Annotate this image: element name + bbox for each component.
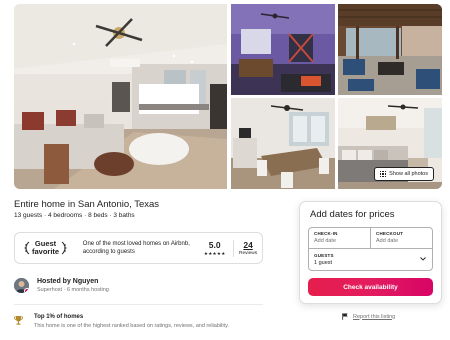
guest-favorite-card[interactable]: Guest favorite One of the most loved hom…	[14, 232, 263, 264]
game-room-photo[interactable]	[231, 4, 335, 95]
host-meta: Superhost · 6 months hosting	[37, 287, 109, 293]
superhost-badge-icon	[24, 288, 29, 293]
guests-value: 1 guest	[314, 260, 333, 266]
trophy-icon	[14, 316, 23, 325]
booking-card: Add dates for prices CHECK-IN Add date C…	[299, 201, 442, 304]
highlight-description: This home is one of the highest ranked b…	[34, 323, 229, 329]
top-homes-highlight: Top 1% of homes This home is one of the …	[14, 314, 229, 329]
listing-title: Entire home in San Antonio, Texas	[14, 199, 160, 210]
check-in-field[interactable]: CHECK-IN Add date	[309, 228, 370, 248]
listing-details: 13 guests · 4 bedrooms · 8 beds · 3 bath…	[14, 212, 135, 219]
guests-label: GUESTS	[314, 253, 334, 258]
reviews-label: Reviews	[239, 251, 258, 256]
host-avatar[interactable]	[14, 278, 29, 293]
reviews-count: 24	[243, 240, 253, 250]
star-rating-icon: ★★★★★	[203, 250, 226, 256]
highlight-title: Top 1% of homes	[34, 314, 84, 320]
checkout-label: CHECKOUT	[376, 231, 404, 236]
check-availability-button[interactable]: Check availability	[308, 278, 433, 296]
patio-photo[interactable]	[338, 4, 442, 95]
rating-value: 5.0	[208, 239, 221, 250]
booking-title: Add dates for prices	[310, 209, 395, 220]
guest-favorite-label: Guest favorite	[32, 240, 59, 256]
section-divider	[14, 304, 263, 305]
laurel-left-icon	[24, 241, 30, 255]
check-in-value: Add date	[314, 238, 337, 244]
guest-favorite-description: One of the most loved homes on Airbnb, a…	[82, 241, 190, 255]
guests-select[interactable]: GUESTS 1 guest	[309, 249, 432, 271]
rating-summary: 5.0 ★★★★★	[200, 239, 235, 257]
dining-room-photo[interactable]	[231, 98, 335, 189]
booking-inputs: CHECK-IN Add date CHECKOUT Add date GUES…	[308, 227, 433, 271]
check-in-label: CHECK-IN	[314, 231, 338, 236]
grid-icon	[379, 170, 387, 178]
living-room-photo[interactable]	[14, 4, 227, 189]
flag-icon	[342, 313, 348, 320]
show-all-photos-button[interactable]: Show all photos	[373, 167, 434, 181]
report-listing-link[interactable]: Report this listing	[342, 313, 395, 320]
laurel-right-icon	[61, 241, 67, 255]
show-all-photos-label: Show all photos	[389, 171, 428, 177]
guest-favorite-badge: Guest favorite	[15, 240, 70, 256]
checkout-field[interactable]: CHECKOUT Add date	[370, 228, 432, 248]
checkout-value: Add date	[376, 238, 399, 244]
chevron-down-icon	[420, 257, 426, 261]
reviews-link[interactable]: 24 Reviews	[234, 240, 262, 256]
host-section: Hosted by Nguyen Superhost · 6 months ho…	[14, 278, 109, 293]
host-info: Hosted by Nguyen Superhost · 6 months ho…	[37, 278, 109, 293]
host-name: Hosted by Nguyen	[37, 278, 99, 285]
guest-favorite-line2: favorite	[32, 247, 60, 256]
photo-gallery: Show all photos	[14, 4, 442, 189]
report-listing-label: Report this listing	[353, 313, 396, 320]
